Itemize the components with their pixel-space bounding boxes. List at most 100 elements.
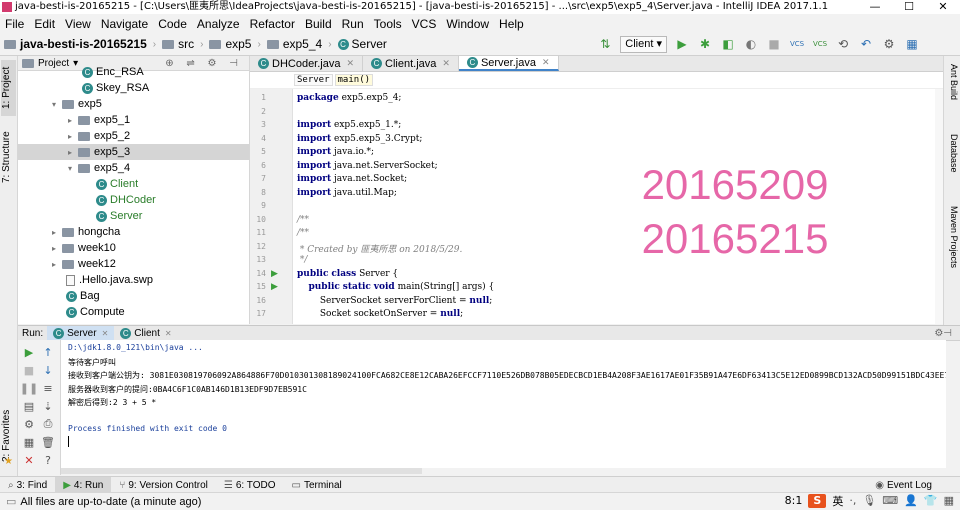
breadcrumb-method[interactable]: main() <box>334 74 374 86</box>
vcs-commit-icon[interactable]: VCS <box>812 36 828 52</box>
run-panel-settings-icon[interactable]: ⚙⊣ <box>934 328 952 339</box>
tab-client[interactable]: C Client.java ✕ <box>363 56 459 71</box>
menu-window[interactable]: Window <box>441 17 494 31</box>
tab-server[interactable]: C Server.java ✕ <box>458 56 559 71</box>
breadcrumb-class[interactable]: Server <box>294 74 333 86</box>
tree-item[interactable]: ▾ exp5 <box>18 96 249 112</box>
terminal-tool-button[interactable]: ▭ Terminal <box>283 477 349 493</box>
event-log-button[interactable]: ◉ Event Log <box>867 477 940 493</box>
tree-item[interactable]: C Enc_RSA <box>18 64 249 80</box>
close-tab-icon[interactable]: ✕ <box>442 58 450 69</box>
scroll-to-end-icon[interactable]: ⇣ <box>40 398 56 414</box>
sogou-ime-icon[interactable]: S <box>808 493 827 508</box>
run-gutter-icon[interactable]: ▶ <box>271 269 278 279</box>
tree-item[interactable]: C Skey_RSA <box>18 80 249 96</box>
tree-item[interactable]: ▸ exp5_3 <box>18 144 249 160</box>
shirt-icon[interactable]: 👕 <box>924 494 938 507</box>
layout-icon[interactable]: ▦ <box>21 434 37 450</box>
run-icon[interactable]: ▶ <box>674 36 690 52</box>
user-icon[interactable]: 👤 <box>904 494 918 507</box>
run-tool-button[interactable]: ▶ 4: Run <box>55 477 112 493</box>
scroll-down-icon[interactable]: ↓ <box>40 362 56 378</box>
stop-icon[interactable]: ■ <box>21 362 37 378</box>
tree-item[interactable]: C DHCoder <box>18 192 249 208</box>
maximize-button[interactable]: ☐ <box>892 0 926 14</box>
todo-tool-button[interactable]: ☰ 6: TODO <box>216 477 284 493</box>
settings-icon[interactable]: ⚙ <box>21 416 37 432</box>
structure-tool-tab[interactable]: 7: Structure <box>1 126 16 188</box>
close-button[interactable]: ✕ <box>926 0 960 14</box>
tree-item[interactable]: ▸ hongcha <box>18 224 249 240</box>
ant-build-tool-tab[interactable]: Ant Build <box>946 64 959 100</box>
tab-dhcoder[interactable]: C DHCoder.java ✕ <box>250 56 364 71</box>
chevron-right-icon[interactable]: ▸ <box>68 116 78 125</box>
breadcrumb-server[interactable]: C Server <box>334 37 391 51</box>
settings-icon[interactable]: ⚙ <box>881 36 897 52</box>
minimize-button[interactable]: — <box>858 0 892 14</box>
menu-vcs[interactable]: VCS <box>407 17 442 31</box>
keyboard-icon[interactable]: ⌨ <box>882 494 898 507</box>
run-tab-server[interactable]: C Server ✕ <box>47 326 115 340</box>
menu-view[interactable]: View <box>60 17 96 31</box>
tree-item[interactable]: ▸ week12 <box>18 256 249 272</box>
print-icon[interactable]: ⎙ <box>40 416 56 432</box>
menu-file[interactable]: File <box>0 17 29 31</box>
chevron-down-icon[interactable]: ▾ <box>52 100 62 109</box>
profile-icon[interactable]: ◐ <box>743 36 759 52</box>
tree-item[interactable]: C Compute <box>18 304 249 320</box>
clear-all-icon[interactable]: 🗑 <box>40 434 56 450</box>
database-tool-tab[interactable]: Database <box>946 134 959 173</box>
close-tab-icon[interactable]: ✕ <box>346 58 354 69</box>
tree-item[interactable]: C Bag <box>18 288 249 304</box>
tree-item[interactable]: ▸ exp5_1 <box>18 112 249 128</box>
tree-item[interactable]: C Client <box>18 176 249 192</box>
chevron-right-icon[interactable]: ▸ <box>52 228 62 237</box>
maven-projects-tool-tab[interactable]: Maven Projects <box>946 206 959 268</box>
menu-code[interactable]: Code <box>153 17 192 31</box>
menu-analyze[interactable]: Analyze <box>192 17 245 31</box>
menu-tools[interactable]: Tools <box>369 17 407 31</box>
close-tab-icon[interactable]: ✕ <box>542 57 550 68</box>
dump-threads-icon[interactable]: ▤ <box>21 398 37 414</box>
build-icon[interactable]: ⇅ <box>597 36 613 52</box>
menu-navigate[interactable]: Navigate <box>96 17 153 31</box>
close-icon[interactable]: ✕ <box>21 452 37 468</box>
menu-refactor[interactable]: Refactor <box>245 17 300 31</box>
editor-scrollbar[interactable] <box>935 89 943 324</box>
status-layout-icon[interactable]: ▭ <box>6 495 16 508</box>
run-gutter-icon[interactable]: ▶ <box>271 282 278 292</box>
close-tab-icon[interactable]: ✕ <box>165 329 172 338</box>
caret-position[interactable]: 8:1 <box>785 494 803 507</box>
tree-item[interactable]: ▾ exp5_4 <box>18 160 249 176</box>
tree-item[interactable]: C Server <box>18 208 249 224</box>
tree-item[interactable]: ▸ exp5_2 <box>18 128 249 144</box>
chevron-right-icon[interactable]: ▸ <box>52 260 62 269</box>
menu-edit[interactable]: Edit <box>29 17 60 31</box>
console-horizontal-scrollbar[interactable] <box>61 468 422 474</box>
help-icon[interactable]: ? <box>40 452 56 468</box>
tree-item[interactable]: ▸ week10 <box>18 240 249 256</box>
chevron-right-icon[interactable]: ▸ <box>52 244 62 253</box>
vcs-update-icon[interactable]: VCS <box>789 36 805 52</box>
microphone-icon[interactable]: 🎙 <box>862 494 876 507</box>
find-tool-button[interactable]: ⌕ 3: Find <box>0 477 55 493</box>
breadcrumb-src[interactable]: src <box>158 37 198 51</box>
run-console[interactable]: D:\jdk1.8.0_121\bin\java ... 等待客户呼叫 接收到客户端… <box>61 340 946 468</box>
run-tab-client[interactable]: C Client ✕ <box>114 326 177 340</box>
menu-build[interactable]: Build <box>300 17 337 31</box>
soft-wrap-icon[interactable]: ≡ <box>40 380 56 396</box>
punctuation-icon[interactable]: ·, <box>849 494 856 507</box>
debug-icon[interactable]: ✱ <box>697 36 713 52</box>
ime-mode[interactable]: 英 <box>832 493 843 509</box>
revert-icon[interactable]: ↶ <box>858 36 874 52</box>
project-tool-tab[interactable]: 1: Project <box>1 60 16 116</box>
version-control-tool-button[interactable]: ⑂ 9: Version Control <box>111 477 216 493</box>
scroll-up-icon[interactable]: ↑ <box>40 344 56 360</box>
menu-help[interactable]: Help <box>494 17 529 31</box>
stop-icon[interactable]: ■ <box>766 36 782 52</box>
coverage-icon[interactable]: ◧ <box>720 36 736 52</box>
rerun-icon[interactable]: ▶ <box>21 344 37 360</box>
menu-run[interactable]: Run <box>337 17 369 31</box>
run-configuration-select[interactable]: Client ▾ <box>620 35 667 53</box>
pause-icon[interactable]: ❚❚ <box>20 380 38 396</box>
